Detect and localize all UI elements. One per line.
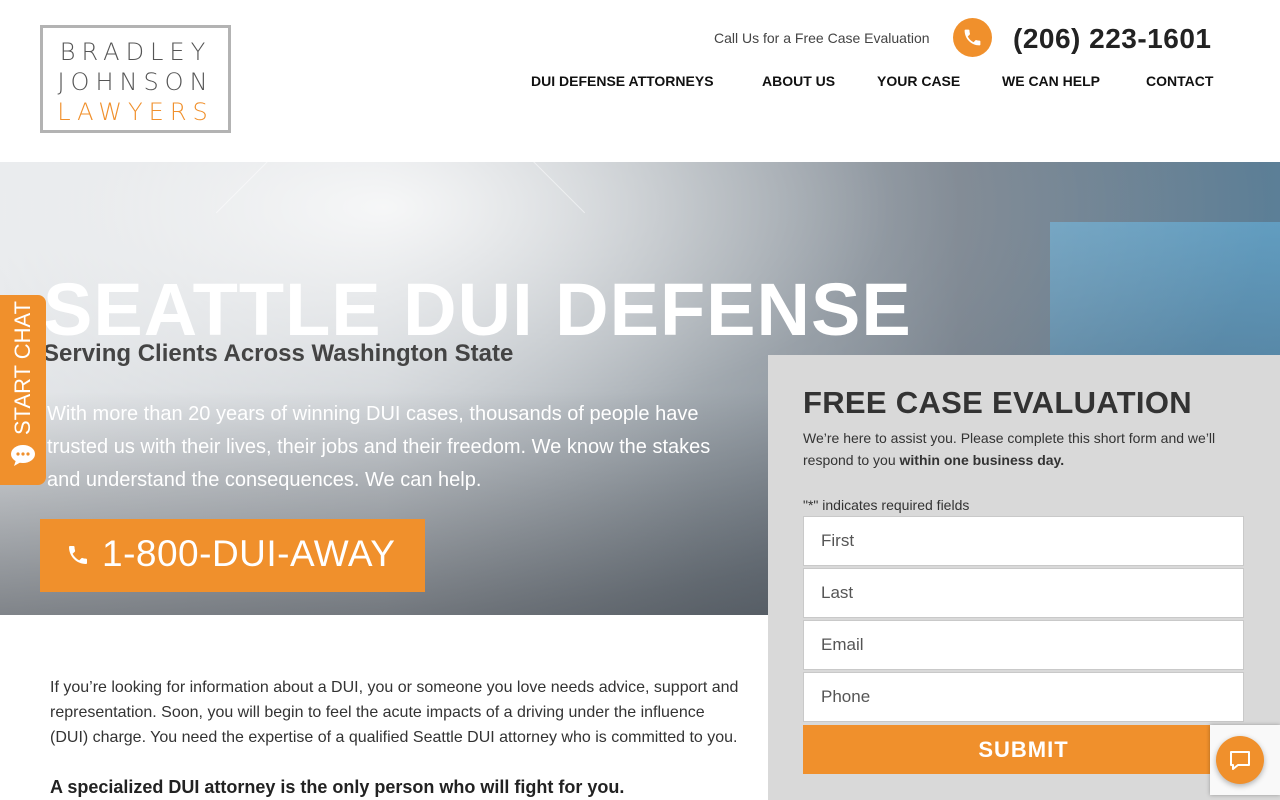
- form-title: FREE CASE EVALUATION: [803, 385, 1192, 420]
- last-name-field[interactable]: [803, 568, 1244, 618]
- hero-body: With more than 20 years of winning DUI c…: [47, 403, 711, 491]
- intro-paragraph: If you’re looking for information about …: [50, 679, 739, 746]
- hero-subtitle: Serving Clients Across Washington State: [43, 340, 514, 367]
- chat-widget-button[interactable]: [1216, 736, 1264, 784]
- phone-icon[interactable]: [953, 18, 992, 57]
- intro-heading: A specialized DUI attorney is the only p…: [50, 777, 625, 797]
- chat-bubble-icon: [11, 445, 35, 466]
- nav-about-us[interactable]: ABOUT US: [762, 73, 835, 89]
- first-name-field[interactable]: [803, 516, 1244, 566]
- logo-line-1: BRADLEY: [59, 38, 212, 66]
- logo-line-2: JOHNSON: [57, 68, 214, 96]
- start-chat-tab[interactable]: START CHAT: [0, 295, 46, 485]
- call-text: Call Us for a Free Case Evaluation: [714, 30, 930, 46]
- start-chat-label: START CHAT: [10, 300, 35, 436]
- logo-line-3: LAWYERS: [57, 98, 214, 126]
- phone-icon: [69, 546, 87, 564]
- nav-contact[interactable]: CONTACT: [1146, 73, 1213, 89]
- form-description: We’re here to assist you. Please complet…: [803, 427, 1243, 471]
- case-evaluation-form: FREE CASE EVALUATION We’re here to assis…: [768, 355, 1280, 800]
- call-cta-label: 1-800-DUI-AWAY: [102, 533, 396, 574]
- site-header: BRADLEY JOHNSON LAWYERS Call Us for a Fr…: [0, 0, 1280, 162]
- form-description-bold: within one business day.: [899, 452, 1065, 468]
- header-phone-link[interactable]: (206) 223-1601: [1013, 23, 1211, 55]
- required-fields-note: "*" indicates required fields: [803, 497, 970, 513]
- email-field[interactable]: [803, 620, 1244, 670]
- chat-icon: [1230, 751, 1250, 770]
- call-cta-button[interactable]: 1-800-DUI-AWAY: [40, 519, 425, 592]
- nav-dui-defense-attorneys[interactable]: DUI DEFENSE ATTORNEYS: [531, 73, 714, 89]
- nav-your-case[interactable]: YOUR CASE: [877, 73, 960, 89]
- phone-field[interactable]: [803, 672, 1244, 722]
- nav-we-can-help[interactable]: WE CAN HELP: [1002, 73, 1100, 89]
- logo[interactable]: BRADLEY JOHNSON LAWYERS: [40, 25, 231, 133]
- submit-button[interactable]: SUBMIT: [803, 725, 1244, 774]
